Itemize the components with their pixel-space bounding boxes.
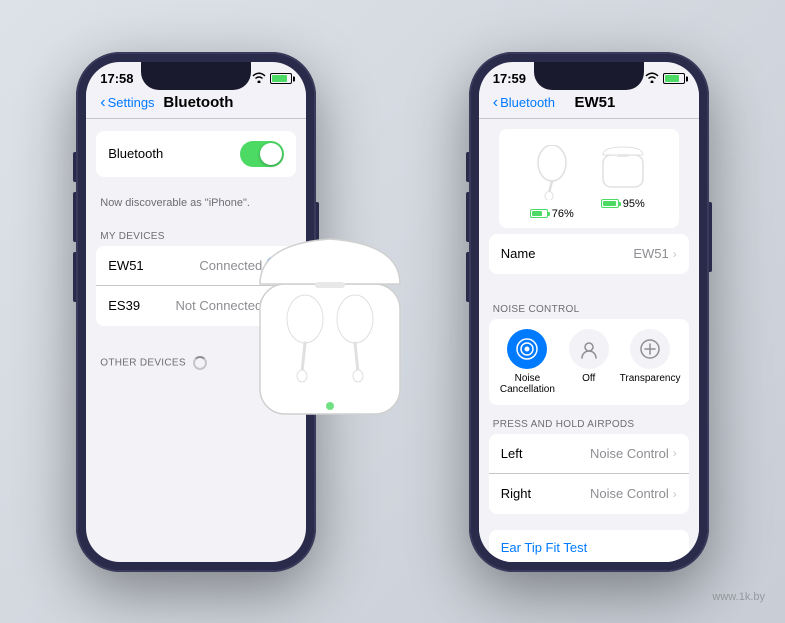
back-button-2[interactable]: ‹ Bluetooth [493,94,555,112]
left-mini-battery [530,209,548,218]
press-hold-left[interactable]: Left Noise Control › [489,434,689,474]
noise-off-label: Off [582,373,595,384]
left-chevron: › [673,446,677,460]
nav-bar-1: ‹ Settings Bluetooth [86,90,306,119]
phone-2: 17:59 ▪▪▪ ‹ Bluetooth EW51 [469,52,709,572]
noise-off-icon [569,329,609,369]
watermark: www.1k.by [712,591,765,603]
name-group: Name EW51 › [489,234,689,274]
battery-icon-1 [270,73,292,84]
battery-display: 76% [499,129,679,228]
name-value: EW51 › [633,246,676,261]
status-time-1: 17:58 [100,71,133,86]
status-time-2: 17:59 [493,71,526,86]
left-battery-info: 76% [530,208,574,220]
wifi-icon-2 [645,72,659,86]
airpods-case [230,224,430,424]
right-chevron: › [673,487,677,501]
press-hold-right-label: Right [501,486,590,501]
device-es39-name: ES39 [108,298,175,313]
battery-icon-2 [663,73,685,84]
scanning-spinner [193,356,207,370]
back-label-1: Settings [108,95,155,110]
battery-case: 95% [598,145,648,220]
back-button-1[interactable]: ‹ Settings [100,94,154,112]
left-battery-pct: 76% [552,208,574,220]
name-chevron: › [673,247,677,261]
phone-2-screen: 17:59 ▪▪▪ ‹ Bluetooth EW51 [479,62,699,562]
ear-tip-label: Ear Tip Fit Test [501,540,587,555]
press-hold-left-value: Noise Control › [590,446,677,461]
case-mini-battery [601,199,619,208]
noise-option-off[interactable]: Off [558,329,619,395]
noise-transparency-label: Transparency [620,373,681,384]
case-battery-pct: 95% [623,198,645,210]
noise-cancellation-icon [507,329,547,369]
press-hold-group: Left Noise Control › Right Noise Control… [489,434,689,514]
press-hold-left-label: Left [501,446,590,461]
case-battery-info: 95% [601,198,645,210]
noise-option-cancellation[interactable]: Noise Cancellation [497,329,558,395]
bluetooth-toggle-group: Bluetooth [96,131,296,177]
press-hold-right[interactable]: Right Noise Control › [489,474,689,514]
notch-1 [141,62,251,90]
bluetooth-toggle-row: Bluetooth [96,131,296,177]
press-hold-header: PRESS AND HOLD AIRPODS [479,405,699,434]
nav-title-1: Bluetooth [155,94,243,111]
noise-transparency-icon [630,329,670,369]
nav-bar-2: ‹ Bluetooth EW51 [479,90,699,119]
bluetooth-toggle[interactable] [240,141,284,167]
wifi-icon-1 [252,72,266,86]
battery-display-container: 76% [479,119,699,234]
phone-2-content: 76% [479,119,699,562]
ear-tip-row[interactable]: Ear Tip Fit Test [489,530,689,562]
name-row[interactable]: Name EW51 › [489,234,689,274]
ear-tip-group: Ear Tip Fit Test Check the fit of your A… [489,530,689,562]
scene: 17:58 ▪▪▪ ‹ Settings Bluetooth [0,0,785,623]
name-value-text: EW51 [633,246,668,261]
name-label: Name [501,246,634,261]
battery-left: 76% [530,145,574,220]
bluetooth-toggle-label: Bluetooth [108,146,240,161]
noise-control-header: NOISE CONTROL [479,290,699,319]
nav-title-2: EW51 [555,94,635,111]
noise-option-transparency[interactable]: Transparency [619,329,680,395]
toggle-thumb-bt [260,143,282,165]
notch-2 [534,62,644,90]
back-chevron-2: ‹ [493,94,498,112]
discoverable-text: Now discoverable as "iPhone". [86,193,306,217]
noise-cancellation-label: Noise Cancellation [497,373,558,395]
back-label-2: Bluetooth [500,95,555,110]
back-chevron-1: ‹ [100,94,105,112]
noise-options: Noise Cancellation Off Transparency [489,319,689,405]
press-hold-right-value: Noise Control › [590,486,677,501]
device-ew51-name: EW51 [108,258,199,273]
